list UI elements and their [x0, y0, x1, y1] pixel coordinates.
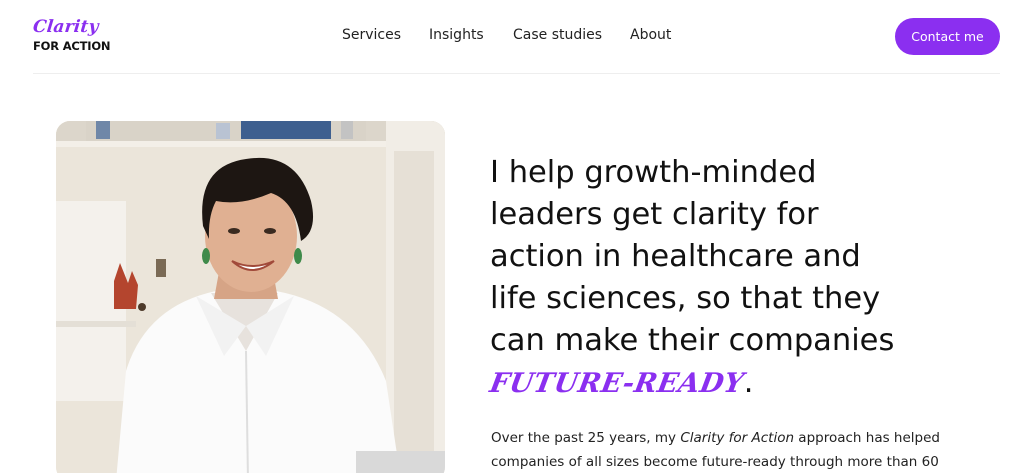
hero-intro-paragraph: Over the past 25 years, my Clarity for A… — [491, 426, 1011, 473]
headline-accent-text: FUTURE-READY — [487, 368, 747, 399]
nav-item-case-studies[interactable]: Case studies — [513, 27, 602, 43]
headline-line-4: life sciences, so that they — [490, 281, 881, 316]
headline-line-1: I help growth-minded — [490, 155, 817, 190]
contact-me-button[interactable]: Contact me — [895, 18, 1000, 55]
nav-item-about[interactable]: About — [630, 27, 671, 43]
hero-portrait-photo — [56, 121, 445, 473]
main-nav: Services Insights Case studies About — [0, 27, 1024, 47]
intro-text-part2: approach has helped — [794, 430, 940, 446]
headline-line-6: FUTURE-READY. — [487, 362, 990, 405]
intro-line-2: companies of all sizes become future-rea… — [491, 454, 939, 470]
intro-line-1: Over the past 25 years, my Clarity for A… — [491, 426, 1011, 450]
intro-emphasis: Clarity for Action — [680, 430, 795, 446]
nav-item-insights[interactable]: Insights — [429, 27, 484, 43]
headline-line-5: can make their companies — [490, 323, 895, 358]
headline-line-2: leaders get clarity for — [490, 197, 819, 232]
site-header: Clarity FOR ACTION Services Insights Cas… — [0, 0, 1024, 74]
intro-text-part1: Over the past 25 years, my — [491, 430, 681, 446]
portrait-illustration — [56, 121, 445, 473]
header-divider — [33, 73, 1000, 74]
nav-item-services[interactable]: Services — [342, 27, 401, 43]
headline-line-3: action in healthcare and — [490, 239, 861, 274]
hero-headline: I help growth-minded leaders get clarity… — [487, 152, 990, 405]
